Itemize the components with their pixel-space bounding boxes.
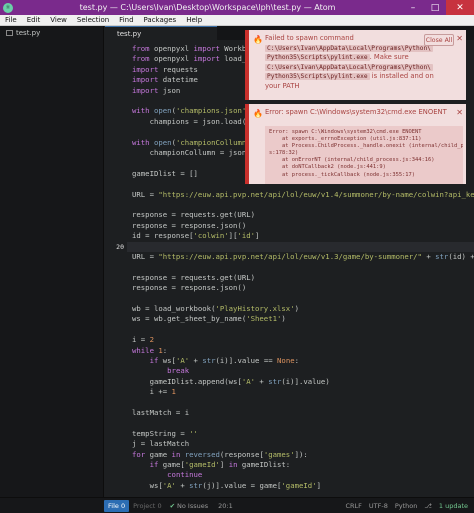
flame-error-icon: 🔥 — [253, 109, 263, 118]
notification-message: Failed to spawn command C:\Users\Ivan\Ap… — [265, 34, 434, 91]
close-all-button[interactable]: Close All — [424, 34, 454, 46]
code-line: URL = "https://euw.api.pvp.net/api/lol/e… — [132, 252, 474, 261]
dismiss-notification-icon[interactable]: ✕ — [456, 34, 463, 43]
code-line: response = response.json() — [132, 283, 247, 293]
code-line: import requests — [132, 64, 198, 74]
menu-bar: File Edit View Selection Find Packages H… — [0, 15, 474, 26]
package-update-indicator[interactable]: 1 update — [439, 502, 468, 510]
flame-error-icon: 🔥 — [253, 35, 263, 44]
notification-suffix-2: is installed and on — [369, 72, 434, 80]
menu-find[interactable]: Find — [114, 16, 138, 24]
status-bar: File 0 Project 0 ✔ No Issues 20:1 CRLF U… — [0, 497, 474, 513]
menu-help[interactable]: Help — [181, 16, 207, 24]
close-window-button[interactable]: ✕ — [446, 0, 474, 15]
code-line: ws = wb.get_sheet_by_name('Sheet1') — [132, 314, 286, 324]
code-line: URL = "https://euw.api.pvp.net/api/lol/e… — [132, 189, 474, 199]
code-line: gameIDlist.append(ws['A' + str(i)].value… — [132, 376, 330, 386]
code-line: i = 2 — [132, 335, 154, 345]
status-file-label: File — [108, 501, 119, 510]
code-line: while 1: — [132, 345, 168, 355]
code-line: id = response['colwin']['id'] — [132, 231, 260, 241]
code-line: i += 1 — [132, 387, 176, 397]
code-line: continue — [167, 470, 203, 480]
check-icon: ✔ — [169, 501, 176, 510]
code-line: tempString = '' — [132, 428, 198, 438]
tree-file-item[interactable]: test.py — [0, 27, 103, 38]
code-line: response = requests.get(URL) — [132, 210, 256, 220]
code-line: lastMatch = i — [132, 408, 190, 417]
code-line: from openpyxl import load_wor — [132, 54, 260, 64]
dismiss-notification-icon[interactable]: ✕ — [456, 108, 463, 117]
tree-file-label: test.py — [16, 28, 41, 37]
grammar-selector[interactable]: Python — [395, 502, 418, 510]
code-line: ws['A' + str(j)].value = game['gameId'] — [132, 480, 321, 490]
window-controls: – □ ✕ — [402, 0, 474, 15]
code-line: import datetime — [132, 75, 198, 85]
notification-suffix-1: . Make sure — [369, 53, 409, 61]
enoent-title: Error: spawn C:\Windows\system32\cmd.exe… — [265, 108, 447, 116]
menu-edit[interactable]: Edit — [22, 16, 46, 24]
line-ending-selector[interactable]: CRLF — [345, 502, 361, 510]
code-line: with open('championCollumn.js — [132, 137, 260, 147]
code-line: import json — [132, 85, 181, 95]
notification-enoent: 🔥 Error: spawn C:\Windows\system32\cmd.e… — [245, 104, 466, 184]
line-number: 20 — [116, 242, 124, 251]
code-line: response = response.json() — [132, 220, 247, 230]
tab-label: test.py — [117, 29, 142, 38]
file-icon — [6, 29, 13, 36]
menu-packages[interactable]: Packages — [139, 16, 182, 24]
maximize-button[interactable]: □ — [424, 0, 446, 15]
git-icon: ⎇ — [424, 501, 432, 510]
code-line: if game['gameId'] in gameIDlist: — [149, 460, 291, 469]
code-line: champions = json.load(fil — [132, 116, 260, 126]
notification-path-2: Python35\Scripts\pylint.exe — [265, 54, 370, 61]
status-issues[interactable]: ✔ No Issues — [170, 502, 209, 510]
code-line: with open('champions.json', — [132, 106, 251, 116]
notification-path-1: C:\Users\Ivan\AppData\Local\Programs\Pyt… — [265, 44, 433, 52]
line-number-gutter: 20 — [105, 40, 127, 497]
status-issues-label: No Issues — [177, 501, 209, 510]
status-project-label: Project — [133, 501, 156, 510]
atom-logo-icon: ⚛ — [3, 2, 13, 13]
status-project-count: 0 — [157, 501, 162, 510]
error-stack-trace: Error: spawn C:\Windows\system32\cmd.exe… — [265, 126, 463, 184]
notification-spawn-command: 🔥 Failed to spawn command C:\Users\Ivan\… — [245, 30, 466, 100]
tab-test-py[interactable]: test.py — [105, 26, 217, 40]
cursor-position[interactable]: 20:1 — [218, 502, 233, 510]
menu-file[interactable]: File — [0, 16, 22, 24]
notification-line-4: your PATH — [265, 81, 300, 90]
code-line: wb = load_workbook('PlayHistory.xlsx') — [132, 304, 299, 313]
notification-path-4: Python35\Scripts\pylint.exe — [265, 73, 370, 80]
notification-line-1: Failed to spawn command — [265, 34, 354, 42]
status-file-scope[interactable]: File 0 — [104, 499, 130, 512]
title-bar: ⚛ test.py — C:\Users\Ivan\Desktop\Worksp… — [0, 0, 474, 15]
code-line: from openpyxl import Workbook — [132, 44, 260, 53]
notification-path-3: C:\Users\Ivan\AppData\Local\Programs\Pyt… — [265, 63, 433, 71]
code-line: for game in reversed(response['games']): — [132, 449, 308, 459]
minimize-button[interactable]: – — [402, 0, 424, 15]
window-title: test.py — C:\Users\Ivan\Desktop\Workspac… — [79, 3, 336, 12]
status-project-scope[interactable]: Project 0 — [133, 502, 161, 510]
code-line: championCollumn = json.lo — [132, 148, 260, 157]
code-line: j = lastMatch — [132, 439, 190, 449]
encoding-selector[interactable]: UTF-8 — [369, 502, 388, 510]
menu-view[interactable]: View — [45, 16, 72, 24]
code-line: if ws['A' + str(i)].value == None: — [149, 356, 300, 365]
code-line: gameIDlist = [] — [132, 168, 198, 178]
code-line: break — [167, 366, 190, 376]
code-line: response = requests.get(URL) — [132, 272, 256, 282]
menu-selection[interactable]: Selection — [72, 16, 114, 24]
status-file-count: 0 — [120, 501, 126, 510]
tree-view: test.py — [0, 26, 104, 498]
